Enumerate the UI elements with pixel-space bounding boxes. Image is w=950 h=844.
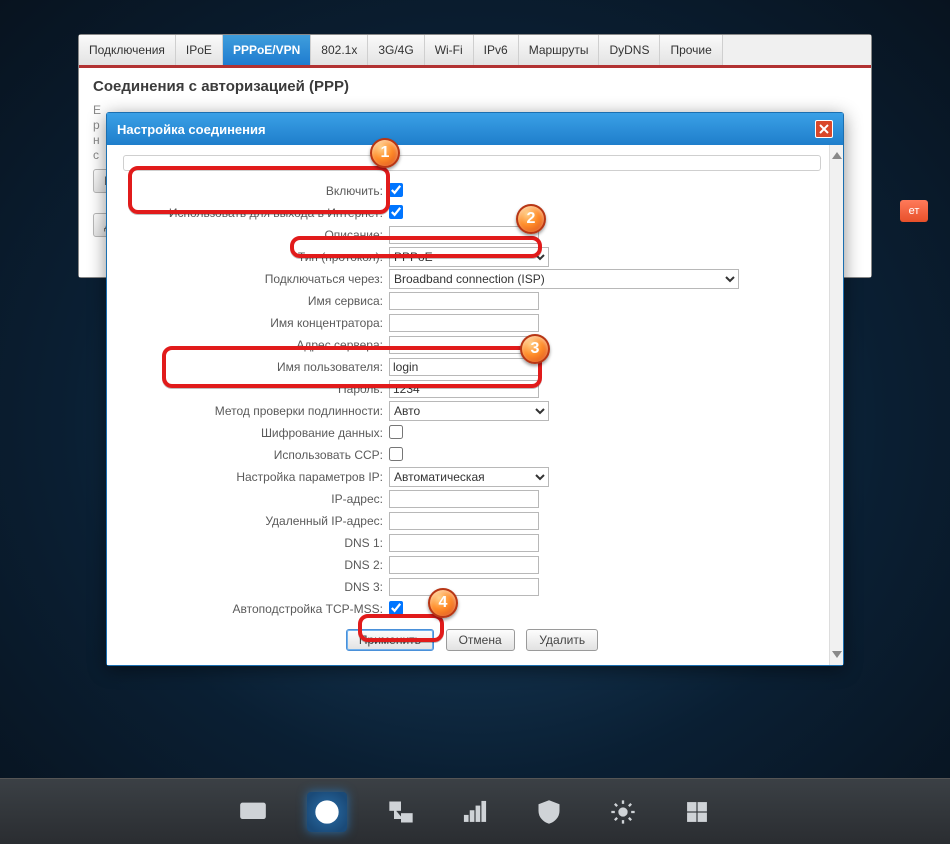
checkbox-tcp-mss[interactable]	[389, 601, 403, 615]
label-enable: Включить:	[119, 184, 389, 198]
delete-button[interactable]: Удалить	[526, 629, 598, 651]
label-ip-config: Настройка параметров IP:	[119, 470, 389, 484]
label-description: Описание:	[119, 228, 389, 242]
label-server-addr: Адрес сервера:	[119, 338, 389, 352]
label-encryption: Шифрование данных:	[119, 426, 389, 440]
input-dns3[interactable]	[389, 578, 539, 596]
close-icon[interactable]	[815, 120, 833, 138]
status-badge: ет	[900, 200, 928, 222]
label-concentrator: Имя концентратора:	[119, 316, 389, 330]
shield-icon[interactable]	[529, 792, 569, 832]
input-username[interactable]	[389, 358, 539, 376]
label-dns1: DNS 1:	[119, 536, 389, 550]
scroll-up-icon[interactable]	[832, 149, 842, 159]
input-dns2[interactable]	[389, 556, 539, 574]
tab-8021x[interactable]: 802.1x	[311, 35, 368, 65]
input-concentrator[interactable]	[389, 314, 539, 332]
input-service-name[interactable]	[389, 292, 539, 310]
label-username: Имя пользователя:	[119, 360, 389, 374]
checkbox-encryption[interactable]	[389, 425, 403, 439]
label-use-ccp: Использовать CCP:	[119, 448, 389, 462]
tab-other[interactable]: Прочие	[660, 35, 722, 65]
input-remote-ip[interactable]	[389, 512, 539, 530]
input-ip-addr[interactable]	[389, 490, 539, 508]
dialog-button-row: Применить Отмена Удалить	[119, 629, 825, 651]
select-ip-config[interactable]: Автоматическая	[389, 467, 549, 487]
label-dns2: DNS 2:	[119, 558, 389, 572]
checkbox-enable[interactable]	[389, 183, 403, 197]
input-dns1[interactable]	[389, 534, 539, 552]
apply-button[interactable]: Применить	[346, 629, 434, 651]
label-dns3: DNS 3:	[119, 580, 389, 594]
tab-ipv6[interactable]: IPv6	[474, 35, 519, 65]
apps-icon[interactable]	[677, 792, 717, 832]
label-protocol: Тип (протокол):	[119, 250, 389, 264]
tab-wifi[interactable]: Wi-Fi	[425, 35, 474, 65]
checkbox-use-internet[interactable]	[389, 205, 403, 219]
label-ip-addr: IP-адрес:	[119, 492, 389, 506]
label-password: Пароль:	[119, 382, 389, 396]
connection-dialog: Настройка соединения Включить: Использов…	[106, 112, 844, 666]
label-auth-method: Метод проверки подлинности:	[119, 404, 389, 418]
label-tcp-mss: Автоподстройка TCP-MSS:	[119, 602, 389, 616]
page-title: Соединения с авторизацией (PPP)	[93, 78, 857, 95]
monitor-icon[interactable]	[233, 792, 273, 832]
select-protocol[interactable]: PPPoE	[389, 247, 549, 267]
input-server-addr[interactable]	[389, 336, 539, 354]
input-description[interactable]	[389, 226, 539, 244]
label-use-internet: Использовать для выхода в Интернет:	[119, 206, 389, 220]
network-icon[interactable]	[381, 792, 421, 832]
dialog-titlebar: Настройка соединения	[107, 113, 843, 145]
input-password[interactable]	[389, 380, 539, 398]
dialog-scrollbar[interactable]	[829, 145, 843, 665]
top-tabbar: Подключения IPoE PPPoE/VPN 802.1x 3G/4G …	[79, 35, 871, 68]
signal-icon[interactable]	[455, 792, 495, 832]
label-connect-via: Подключаться через:	[119, 272, 389, 286]
dialog-body: Включить: Использовать для выхода в Инте…	[107, 145, 843, 665]
label-remote-ip: Удаленный IP-адрес:	[119, 514, 389, 528]
tab-connections[interactable]: Подключения	[79, 35, 176, 65]
dialog-title-text: Настройка соединения	[117, 122, 266, 137]
top-stub-field[interactable]	[123, 155, 821, 171]
bottom-dock	[0, 778, 950, 844]
tab-dyndns[interactable]: DyDNS	[599, 35, 660, 65]
select-connect-via[interactable]: Broadband connection (ISP)	[389, 269, 739, 289]
label-service-name: Имя сервиса:	[119, 294, 389, 308]
cancel-button[interactable]: Отмена	[446, 629, 515, 651]
select-auth-method[interactable]: Авто	[389, 401, 549, 421]
checkbox-use-ccp[interactable]	[389, 447, 403, 461]
tab-routes[interactable]: Маршруты	[519, 35, 600, 65]
globe-icon[interactable]	[307, 792, 347, 832]
tab-ipoe[interactable]: IPoE	[176, 35, 223, 65]
scroll-down-icon[interactable]	[832, 651, 842, 661]
tab-3g4g[interactable]: 3G/4G	[368, 35, 424, 65]
tab-pppoe-vpn[interactable]: PPPoE/VPN	[223, 35, 311, 65]
gear-icon[interactable]	[603, 792, 643, 832]
